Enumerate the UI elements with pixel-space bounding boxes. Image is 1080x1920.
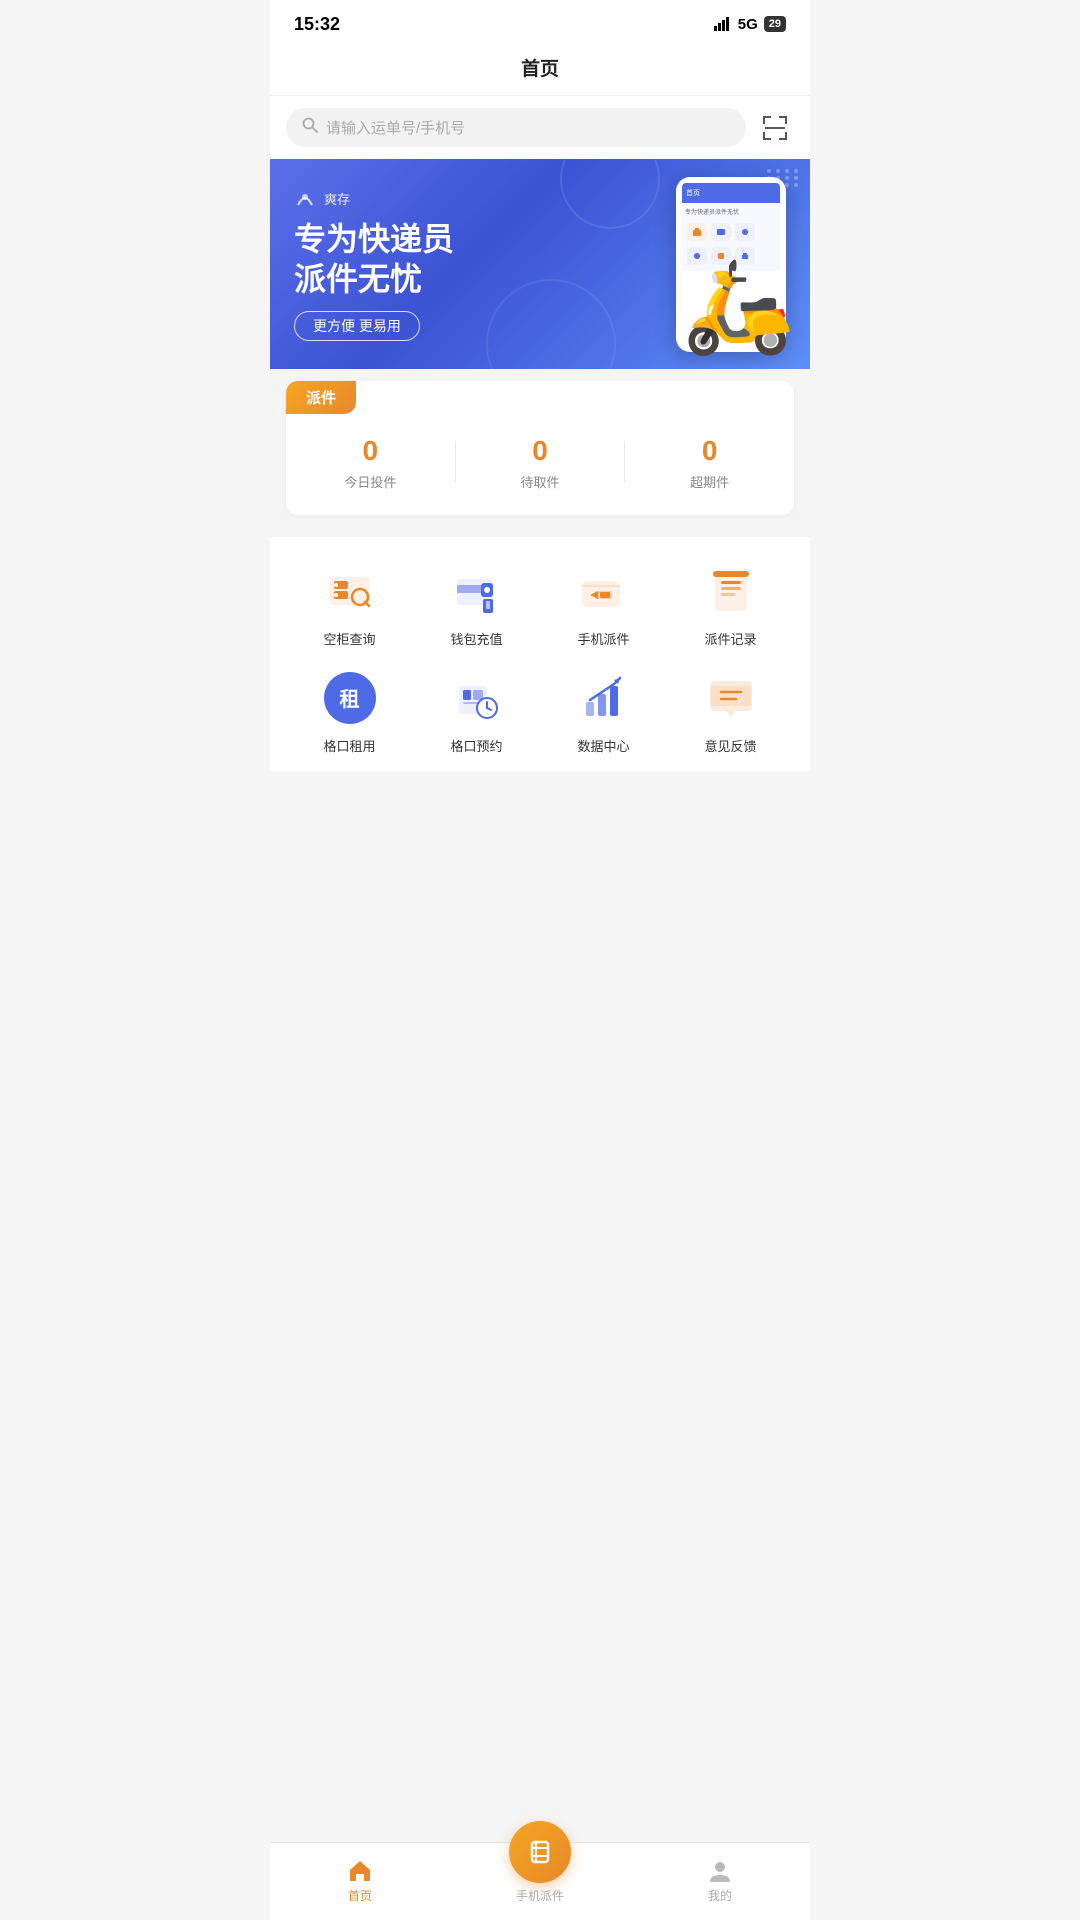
- search-icon: [302, 117, 318, 138]
- scan-icon-button[interactable]: [756, 109, 794, 147]
- menu-phone-delivery[interactable]: 手机派件: [540, 561, 667, 648]
- stat-pending-value: 0: [456, 434, 625, 468]
- brand-logo-icon: [294, 187, 316, 209]
- brand-name: 爽存: [324, 189, 350, 208]
- banner-title: 专为快递员 派件无忧: [294, 219, 611, 299]
- wallet-recharge-icon-wrap: [447, 561, 507, 621]
- stat-overdue-label: 超期件: [625, 472, 794, 491]
- locker-reserve-label: 格口预约: [450, 736, 502, 755]
- promo-banner: 爽存 专为快递员 派件无忧 更方便 更易用 首页 专为快递员派件无忧: [270, 159, 810, 369]
- signal-icon: [714, 17, 732, 31]
- locker-rent-icon-wrap: 租: [320, 668, 380, 728]
- banner-right-content: 首页 专为快递员派件无忧: [611, 177, 786, 352]
- stat-today-value: 0: [286, 434, 455, 468]
- locker-reserve-icon: [449, 670, 505, 726]
- stats-row: 0 今日投件 0 待取件 0 超期件: [286, 430, 794, 495]
- menu-delivery-record[interactable]: 派件记录: [667, 561, 794, 648]
- cabinet-query-label: 空柜查询: [323, 629, 375, 648]
- delivery-person-illustration: 🛵: [682, 262, 794, 352]
- stat-pending: 0 待取件: [456, 430, 625, 495]
- nav-profile-label: 我的: [708, 1887, 732, 1904]
- status-bar: 15:32 5G 29: [270, 0, 810, 44]
- data-center-icon-wrap: [574, 668, 634, 728]
- stats-card-header: 派件: [286, 381, 356, 414]
- menu-feedback[interactable]: 意见反馈: [667, 668, 794, 755]
- menu-locker-rent[interactable]: 租 格口租用: [286, 668, 413, 755]
- menu-section: 空柜查询 钱包充值: [270, 537, 810, 771]
- menu-cabinet-query[interactable]: 空柜查询: [286, 561, 413, 648]
- phone-delivery-label: 手机派件: [577, 629, 629, 648]
- spacer: [270, 771, 810, 871]
- data-center-icon: [576, 670, 632, 726]
- stat-today-delivery: 0 今日投件: [286, 430, 455, 495]
- page-header: 首页: [270, 44, 810, 96]
- menu-grid: 空柜查询 钱包充值: [286, 561, 794, 755]
- menu-data-center[interactable]: 数据中心: [540, 668, 667, 755]
- bottom-navigation: 首页 手机派件 我的: [270, 1842, 810, 1920]
- data-center-label: 数据中心: [577, 736, 629, 755]
- stat-overdue: 0 超期件: [625, 430, 794, 495]
- rent-badge: 租: [322, 670, 378, 726]
- nav-center-icon: [524, 1836, 556, 1868]
- cabinet-query-icon: [322, 563, 378, 619]
- stats-card: 派件 0 今日投件 0 待取件 0 超期件: [286, 381, 794, 515]
- nav-home[interactable]: 首页: [270, 1854, 450, 1904]
- battery-level: 29: [764, 16, 786, 32]
- home-nav-icon: [347, 1858, 373, 1884]
- delivery-record-label: 派件记录: [704, 629, 756, 648]
- delivery-record-icon: [703, 563, 759, 619]
- locker-reserve-icon-wrap: [447, 668, 507, 728]
- search-placeholder: 请输入运单号/手机号: [326, 117, 465, 138]
- status-icons: 5G 29: [714, 16, 786, 33]
- stat-pending-label: 待取件: [456, 472, 625, 491]
- phone-delivery-icon-wrap: [574, 561, 634, 621]
- wallet-recharge-icon: [449, 563, 505, 619]
- phone-screen-header: 首页: [682, 183, 780, 203]
- page-title: 首页: [521, 59, 559, 80]
- feedback-icon-wrap: [701, 668, 761, 728]
- feedback-label: 意见反馈: [704, 736, 756, 755]
- nav-home-label: 首页: [348, 1887, 372, 1904]
- banner-subtitle: 更方便 更易用: [294, 311, 420, 341]
- delivery-record-icon-wrap: [701, 561, 761, 621]
- nav-phone-delivery-label: 手机派件: [516, 1887, 564, 1904]
- stat-overdue-value: 0: [625, 434, 794, 468]
- scan-icon: [761, 114, 789, 142]
- search-input-container[interactable]: 请输入运单号/手机号: [286, 108, 746, 147]
- stats-section: 派件 0 今日投件 0 待取件 0 超期件: [270, 369, 810, 527]
- profile-nav-icon: [707, 1858, 733, 1884]
- wallet-recharge-label: 钱包充值: [450, 629, 502, 648]
- locker-rent-label: 格口租用: [323, 736, 375, 755]
- status-time: 15:32: [294, 14, 340, 35]
- network-type: 5G: [738, 16, 758, 33]
- menu-wallet-recharge[interactable]: 钱包充值: [413, 561, 540, 648]
- banner-brand: 爽存: [294, 187, 611, 209]
- search-bar-wrapper: 请输入运单号/手机号: [270, 96, 810, 159]
- nav-center-circle: [509, 1821, 571, 1883]
- feedback-icon: [703, 670, 759, 726]
- menu-locker-reserve[interactable]: 格口预约: [413, 668, 540, 755]
- stat-today-label: 今日投件: [286, 472, 455, 491]
- cabinet-query-icon-wrap: [320, 561, 380, 621]
- nav-phone-delivery-center[interactable]: 手机派件: [450, 1821, 630, 1904]
- banner-left-content: 爽存 专为快递员 派件无忧 更方便 更易用: [294, 187, 611, 341]
- phone-delivery-icon: [576, 563, 632, 619]
- nav-profile[interactable]: 我的: [630, 1854, 810, 1904]
